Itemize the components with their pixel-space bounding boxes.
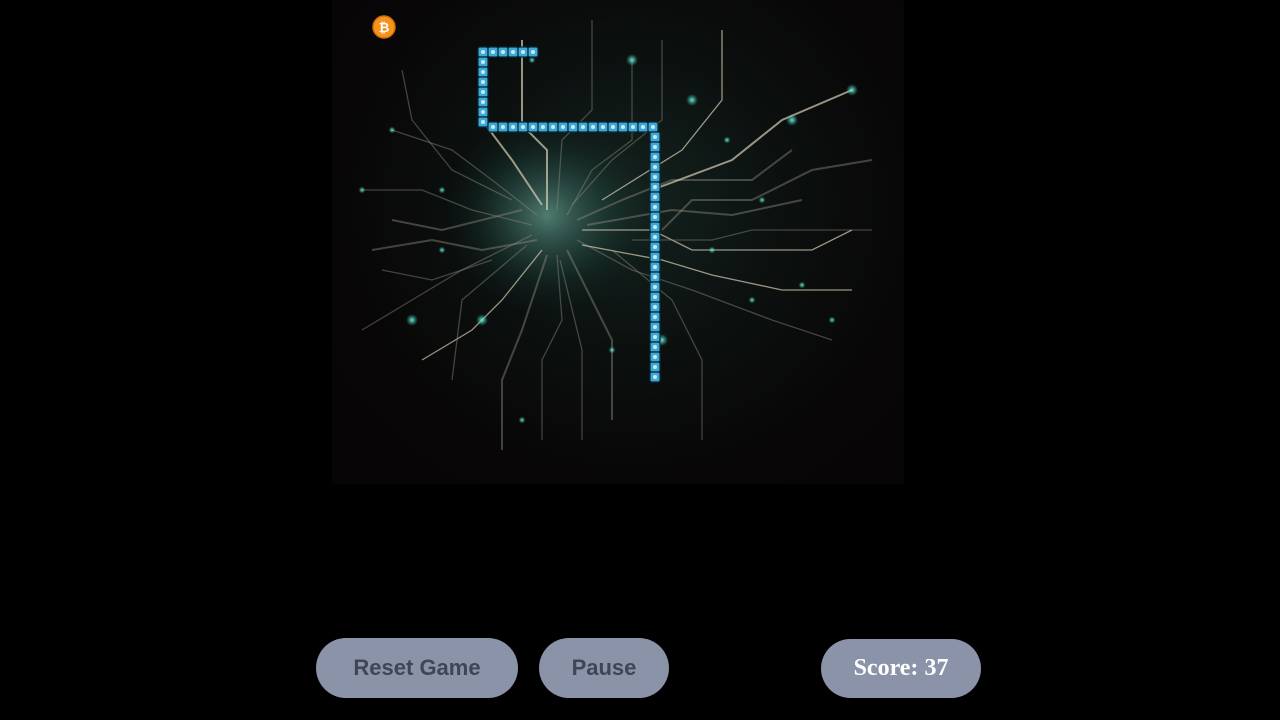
circuit-spark (438, 246, 446, 254)
snake-segment-highlight (653, 295, 657, 299)
snake-segment-highlight (611, 125, 615, 129)
snake-segment-highlight (653, 145, 657, 149)
snake-segment-highlight (653, 375, 657, 379)
snake-segment-highlight (531, 125, 535, 129)
snake-segment-highlight (641, 125, 645, 129)
bitcoin-coin-icon: ₿ (372, 15, 396, 39)
circuit-spark (686, 94, 698, 106)
snake-segment-highlight (571, 125, 575, 129)
circuit-spark (518, 416, 526, 424)
snake-segment-highlight (653, 265, 657, 269)
snake-segment-highlight (653, 165, 657, 169)
snake-segment-highlight (551, 125, 555, 129)
circuit-spark (723, 136, 731, 144)
pause-button[interactable]: Pause (539, 638, 669, 698)
circuit-spark (798, 281, 806, 289)
snake-segment-highlight (491, 50, 495, 54)
snake-segment-highlight (653, 135, 657, 139)
circuit-spark (828, 316, 836, 324)
snake-segment-highlight (481, 60, 485, 64)
snake-segment-highlight (521, 50, 525, 54)
snake-segment-highlight (653, 225, 657, 229)
snake-segment-highlight (653, 195, 657, 199)
snake-segment-highlight (561, 125, 565, 129)
reset-game-button[interactable]: Reset Game (316, 638, 518, 698)
circuit-spark (758, 196, 766, 204)
snake-segment-highlight (653, 245, 657, 249)
circuit-spark (476, 314, 488, 326)
snake-segment-highlight (653, 185, 657, 189)
snake-segment-highlight (653, 325, 657, 329)
circuit-trace (651, 89, 853, 191)
score-label: Score: (853, 655, 919, 681)
snake-segment-highlight (601, 125, 605, 129)
snake-segment-highlight (481, 50, 485, 54)
snake-segment-highlight (653, 315, 657, 319)
game-screen: ₿ Reset Game Pause Score: 37 (0, 0, 1280, 720)
circuit-spark (846, 84, 858, 96)
snake-segment-highlight (501, 50, 505, 54)
circuit-spark (786, 114, 798, 126)
snake-segment-highlight (653, 355, 657, 359)
circuit-spark (406, 314, 418, 326)
snake-segment-highlight (653, 215, 657, 219)
snake-segment-highlight (511, 50, 515, 54)
snake-segment-highlight (581, 125, 585, 129)
snake-segment-highlight (653, 275, 657, 279)
circuit-spark (358, 186, 366, 194)
snake-segment-highlight (653, 175, 657, 179)
snake-segment-highlight (541, 125, 545, 129)
snake-segment-highlight (501, 125, 505, 129)
snake-segment-highlight (591, 125, 595, 129)
circuit-spark (438, 186, 446, 194)
snake-segment-highlight (651, 125, 655, 129)
snake-segment-highlight (511, 125, 515, 129)
snake-segment-highlight (653, 305, 657, 309)
circuit-spark (626, 54, 638, 66)
snake-segment-highlight (653, 255, 657, 259)
circuit-spark (608, 346, 616, 354)
score-display: Score: 37 (821, 639, 981, 698)
snake-segment-highlight (653, 205, 657, 209)
snake-segment-highlight (491, 125, 495, 129)
circuit-spark (388, 126, 396, 134)
snake-segment-highlight (653, 285, 657, 289)
game-board: ₿ (332, 0, 904, 484)
snake-segment-highlight (621, 125, 625, 129)
snake-segment-highlight (481, 100, 485, 104)
snake-segment-highlight (653, 345, 657, 349)
score-value: 37 (924, 655, 949, 681)
snake-segment-highlight (653, 235, 657, 239)
bitcoin-glyph: ₿ (379, 21, 390, 36)
snake-segment-highlight (481, 80, 485, 84)
snake-segment-highlight (481, 120, 485, 124)
circuit-trace (661, 159, 873, 231)
circuit-background: ₿ (358, 15, 873, 450)
snake-segment-highlight (481, 110, 485, 114)
circuit-spark (748, 296, 756, 304)
snake-segment-highlight (631, 125, 635, 129)
snake-segment-highlight (653, 365, 657, 369)
snake-segment-highlight (481, 90, 485, 94)
snake-segment-highlight (653, 335, 657, 339)
circuit-spark (708, 246, 716, 254)
snake-segment-highlight (531, 50, 535, 54)
snake-segment-highlight (481, 70, 485, 74)
snake-segment-highlight (521, 125, 525, 129)
snake-segment-highlight (653, 155, 657, 159)
